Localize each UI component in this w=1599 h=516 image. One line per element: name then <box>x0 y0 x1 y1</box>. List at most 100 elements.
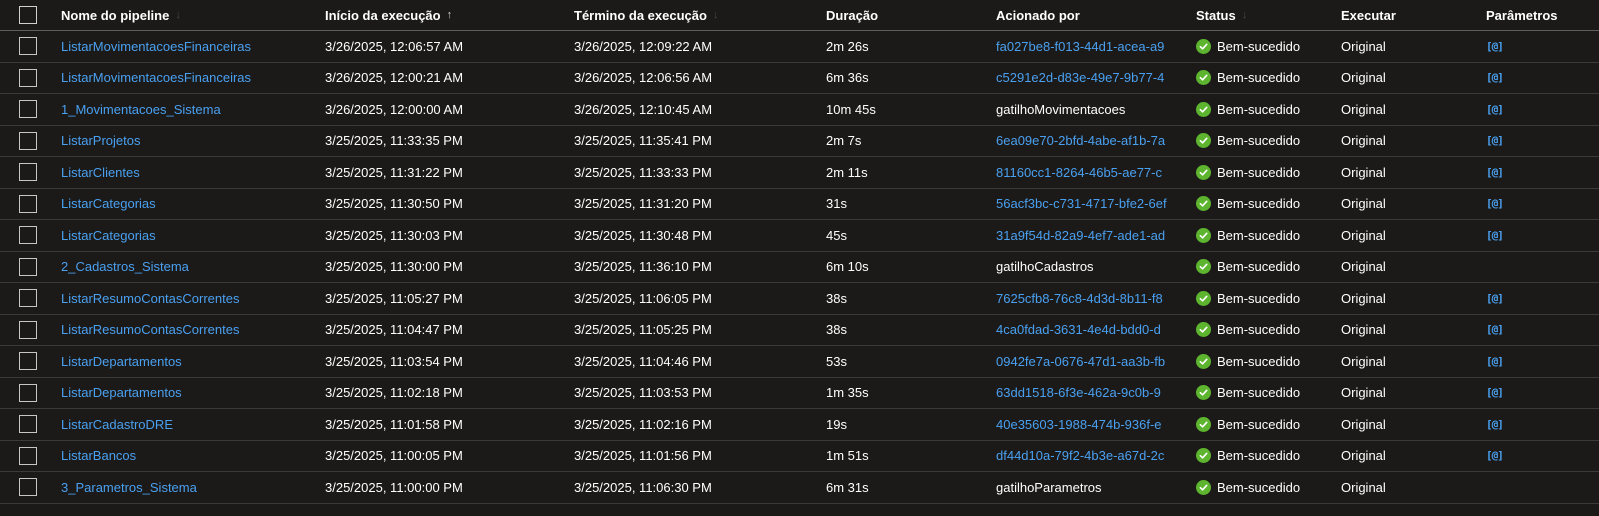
pipeline-name-link[interactable]: ListarClientes <box>61 165 140 180</box>
run-end-value: 3/25/2025, 11:30:48 PM <box>574 227 712 243</box>
table-row[interactable]: ListarDepartamentos 3/25/2025, 11:03:54 P… <box>0 346 1599 378</box>
parameters-icon[interactable]: [@] <box>1486 449 1504 462</box>
column-header-triggered-by[interactable]: Acionado por <box>996 0 1182 30</box>
pipeline-name-link[interactable]: ListarResumoContasCorrentes <box>61 322 239 337</box>
status-value: Bem-sucedido <box>1217 38 1301 54</box>
triggered-by-link[interactable]: 56acf3bc-c731-4717-bfe2-6ef <box>996 196 1167 211</box>
run-type-value: Original <box>1341 353 1386 369</box>
row-select-checkbox[interactable] <box>19 131 37 150</box>
column-header-status[interactable]: Status ↓ <box>1196 0 1336 30</box>
table-row[interactable]: ListarResumoContasCorrentes 3/25/2025, 11… <box>0 283 1599 315</box>
table-row[interactable]: ListarBancos 3/25/2025, 11:00:05 PM 3/25/2… <box>0 441 1599 472</box>
row-select-checkbox[interactable] <box>19 415 37 434</box>
row-select-checkbox[interactable] <box>19 446 37 465</box>
duration-value: 2m 11s <box>826 164 868 180</box>
run-type-value: Original <box>1341 101 1386 117</box>
check-circle-icon <box>1196 322 1211 338</box>
parameters-icon[interactable]: [@] <box>1486 323 1504 336</box>
row-select-checkbox[interactable] <box>19 226 37 245</box>
run-type-value: Original <box>1341 479 1386 495</box>
column-header-parameters[interactable]: Parâmetros <box>1486 0 1596 30</box>
row-select-checkbox[interactable] <box>19 289 37 308</box>
parameters-icon[interactable]: [@] <box>1486 229 1504 242</box>
row-select-checkbox[interactable] <box>19 257 37 276</box>
table-row[interactable]: ListarResumoContasCorrentes 3/25/2025, 11… <box>0 315 1599 346</box>
sort-arrow-icon: ↓ <box>712 9 719 21</box>
table-row[interactable]: ListarDepartamentos 3/25/2025, 11:02:18 P… <box>0 378 1599 409</box>
triggered-by-link[interactable]: c5291e2d-d83e-49e7-9b77-4 <box>996 70 1164 85</box>
row-select-checkbox[interactable] <box>19 163 37 182</box>
parameters-icon[interactable]: [@] <box>1486 40 1504 53</box>
parameters-icon[interactable]: [@] <box>1486 386 1504 399</box>
triggered-by-link[interactable]: 4ca0fdad-3631-4e4d-bdd0-d <box>996 322 1161 337</box>
triggered-by-link[interactable]: 0942fe7a-0676-47d1-aa3b-fb <box>996 354 1165 369</box>
run-end-value: 3/25/2025, 11:35:41 PM <box>574 133 712 149</box>
pipeline-name-link[interactable]: ListarDepartamentos <box>61 354 182 369</box>
run-start-value: 3/25/2025, 11:30:03 PM <box>325 227 463 243</box>
triggered-by-link[interactable]: 81160cc1-8264-46b5-ae77-c <box>996 165 1162 180</box>
duration-value: 6m 31s <box>826 479 869 495</box>
table-row[interactable]: ListarCadastroDRE 3/25/2025, 11:01:58 PM 3… <box>0 409 1599 441</box>
run-start-value: 3/25/2025, 11:30:00 PM <box>325 259 463 275</box>
column-header-label: Início da execução <box>325 7 441 23</box>
pipeline-name-link[interactable]: ListarBancos <box>61 448 136 463</box>
parameters-icon[interactable]: [@] <box>1486 166 1504 179</box>
row-select-checkbox[interactable] <box>19 352 37 371</box>
pipeline-name-link[interactable]: ListarProjetos <box>61 133 140 148</box>
row-select-checkbox[interactable] <box>19 194 37 213</box>
triggered-by-link[interactable]: 63dd1518-6f3e-462a-9c0b-9 <box>996 385 1161 400</box>
pipeline-name-link[interactable]: ListarCategorias <box>61 228 156 243</box>
triggered-by-link[interactable]: 7625cfb8-76c8-4d3d-8b11-f8 <box>996 291 1163 306</box>
column-header-pipeline-name[interactable]: Nome do pipeline ↓ <box>61 0 311 30</box>
run-type-value: Original <box>1341 133 1386 149</box>
triggered-by-link[interactable]: 31a9f54d-82a9-4ef7-ade1-ad <box>996 228 1165 243</box>
parameters-icon[interactable]: [@] <box>1486 197 1504 210</box>
parameters-icon[interactable]: [@] <box>1486 103 1504 116</box>
table-row[interactable]: ListarClientes 3/25/2025, 11:31:22 PM 3/25… <box>0 157 1599 189</box>
parameters-icon[interactable]: [@] <box>1486 134 1504 147</box>
table-row[interactable]: ListarMovimentacoesFinanceiras 3/26/2025,… <box>0 31 1599 63</box>
run-end-value: 3/25/2025, 11:06:30 PM <box>574 479 712 495</box>
row-select-checkbox[interactable] <box>19 320 37 339</box>
row-select-checkbox[interactable] <box>19 68 37 87</box>
pipeline-name-link[interactable]: 3_Parametros_Sistema <box>61 480 197 495</box>
grid-body: ListarMovimentacoesFinanceiras 3/26/2025,… <box>0 31 1599 504</box>
triggered-by-link[interactable]: 6ea09e70-2bfd-4abe-af1b-7a <box>996 133 1165 148</box>
run-end-value: 3/25/2025, 11:36:10 PM <box>574 259 712 275</box>
triggered-by-link[interactable]: 40e35603-1988-474b-936f-e <box>996 417 1162 432</box>
pipeline-name-link[interactable]: 2_Cadastros_Sistema <box>61 259 189 274</box>
triggered-by-link[interactable]: fa027be8-f013-44d1-acea-a9 <box>996 39 1164 54</box>
pipeline-name-link[interactable]: 1_Movimentacoes_Sistema <box>61 102 221 117</box>
run-start-value: 3/25/2025, 11:31:22 PM <box>325 164 463 180</box>
row-select-checkbox[interactable] <box>19 383 37 402</box>
row-select-checkbox[interactable] <box>19 478 37 497</box>
table-row[interactable]: 3_Parametros_Sistema 3/25/2025, 11:00:00 … <box>0 472 1599 504</box>
column-header-run-end[interactable]: Término da execução ↓ <box>574 0 814 30</box>
table-row[interactable]: ListarCategorias 3/25/2025, 11:30:50 PM 3/… <box>0 189 1599 220</box>
triggered-by-link[interactable]: df44d10a-79f2-4b3e-a67d-2c <box>996 448 1164 463</box>
parameters-icon[interactable]: [@] <box>1486 418 1504 431</box>
pipeline-name-link[interactable]: ListarCategorias <box>61 196 156 211</box>
select-all-checkbox[interactable] <box>19 6 37 24</box>
row-select-checkbox[interactable] <box>19 100 37 119</box>
pipeline-name-link[interactable]: ListarMovimentacoesFinanceiras <box>61 70 251 85</box>
pipeline-name-link[interactable]: ListarMovimentacoesFinanceiras <box>61 39 251 54</box>
table-row[interactable]: ListarCategorias 3/25/2025, 11:30:03 PM 3/… <box>0 220 1599 252</box>
column-header-run-start[interactable]: Início da execução ↑ <box>325 0 565 30</box>
column-header-run[interactable]: Executar <box>1341 0 1471 30</box>
parameters-icon[interactable]: [@] <box>1486 355 1504 368</box>
table-row[interactable]: ListarProjetos 3/25/2025, 11:33:35 PM 3/25… <box>0 126 1599 157</box>
pipeline-name-link[interactable]: ListarCadastroDRE <box>61 417 173 432</box>
pipeline-name-link[interactable]: ListarDepartamentos <box>61 385 182 400</box>
column-header-duration[interactable]: Duração <box>826 0 976 30</box>
parameters-icon[interactable]: [@] <box>1486 71 1504 84</box>
table-row[interactable]: 1_Movimentacoes_Sistema 3/26/2025, 12:00:… <box>0 94 1599 126</box>
status-value: Bem-sucedido <box>1217 133 1301 149</box>
parameters-icon[interactable]: [@] <box>1486 292 1504 305</box>
table-row[interactable]: 2_Cadastros_Sistema 3/25/2025, 11:30:00 P… <box>0 252 1599 283</box>
column-header-label: Status <box>1196 7 1236 23</box>
table-row[interactable]: ListarMovimentacoesFinanceiras 3/26/2025,… <box>0 63 1599 94</box>
pipeline-name-link[interactable]: ListarResumoContasCorrentes <box>61 291 239 306</box>
row-select-checkbox[interactable] <box>19 37 37 56</box>
status-value: Bem-sucedido <box>1217 196 1301 212</box>
